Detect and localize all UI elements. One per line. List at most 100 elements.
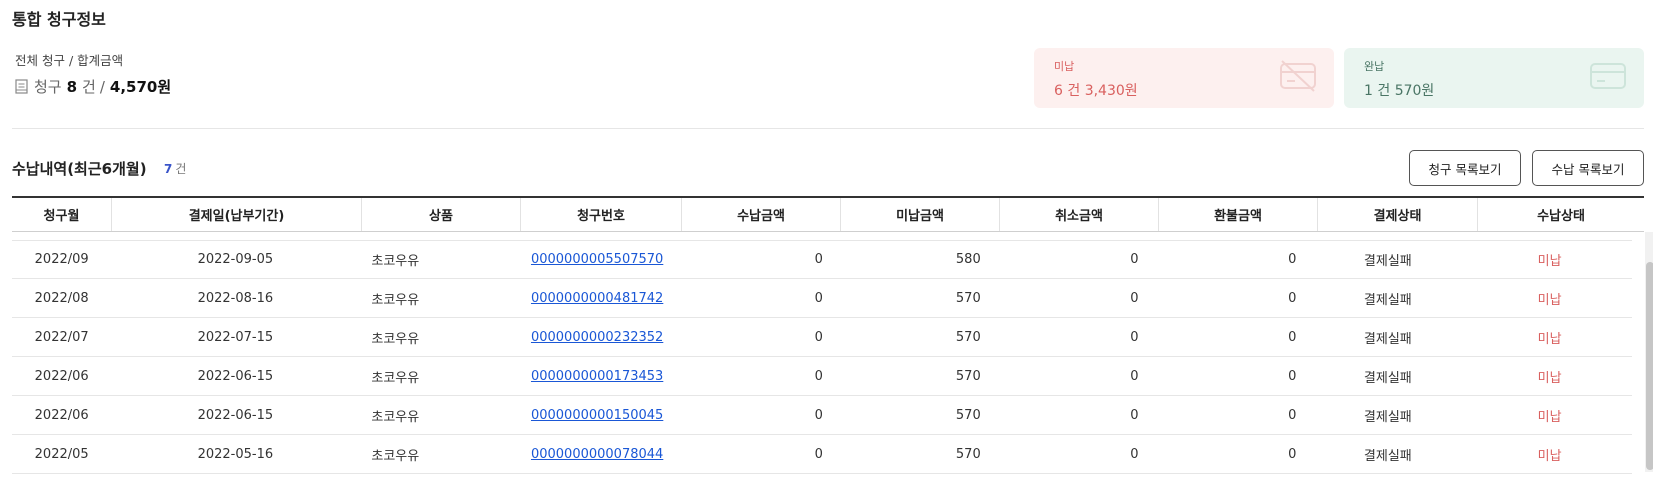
table-row: 2022/05 2022-05-16 초코우유 0000000000078044… bbox=[12, 435, 1632, 474]
table-row: 2022/08 2022-08-16 초코우유 0000000000481742… bbox=[12, 279, 1632, 318]
cell-payment-date: 2022-07-15 bbox=[197, 330, 274, 345]
table-header: 청구월 결제일(납부기간) 상품 청구번호 수납금액 미납금액 취소금액 환불금… bbox=[12, 196, 1644, 232]
col-payment-status[interactable]: 결제상태 bbox=[1318, 198, 1478, 231]
cell-cancel-amount: 0 bbox=[1130, 291, 1139, 306]
page-title: 통합 청구정보 bbox=[12, 10, 106, 29]
cell-bill-month: 2022/06 bbox=[34, 408, 89, 423]
cell-refund-amount: 0 bbox=[1288, 408, 1297, 423]
history-count-unit: 건 bbox=[175, 162, 187, 176]
bill-number-link[interactable]: 0000000000078044 bbox=[531, 447, 663, 462]
table-scrollbar-thumb[interactable] bbox=[1646, 262, 1653, 470]
col-unpaid-amount[interactable]: 미납금액 bbox=[841, 198, 1000, 231]
cell-bill-month: 2022/06 bbox=[34, 369, 89, 384]
cell-bill-number: 0000000005507570 bbox=[517, 241, 677, 278]
cell-receipt-status: 미납 bbox=[1537, 410, 1562, 425]
cell-product: 초코우유 bbox=[371, 371, 420, 386]
cell-cancel-amount: 0 bbox=[1130, 408, 1139, 423]
cell-payment-date: 2022-06-15 bbox=[197, 369, 274, 384]
col-product[interactable]: 상품 bbox=[362, 198, 521, 231]
payment-history-table: 청구월 결제일(납부기간) 상품 청구번호 수납금액 미납금액 취소금액 환불금… bbox=[12, 196, 1653, 476]
col-receipt-status[interactable]: 수납상태 bbox=[1478, 198, 1644, 231]
cell-cancel-amount: 0 bbox=[1130, 447, 1139, 462]
col-bill-month[interactable]: 청구월 bbox=[12, 198, 112, 231]
cell-receipt-status: 미납 bbox=[1537, 449, 1562, 464]
col-payment-date[interactable]: 결제일(납부기간) bbox=[112, 198, 362, 231]
cell-received-amount: 0 bbox=[814, 447, 823, 462]
cell-unpaid-amount: 570 bbox=[955, 369, 981, 384]
cell-product: 초코우유 bbox=[371, 293, 420, 308]
cell-product: 초코우유 bbox=[371, 410, 420, 425]
card-icon bbox=[1590, 63, 1626, 89]
table-row: 2022/06 2022-06-15 초코우유 0000000000150045… bbox=[12, 396, 1632, 435]
cell-receipt-status: 미납 bbox=[1537, 293, 1562, 308]
cell-received-amount: 0 bbox=[814, 252, 823, 267]
col-bill-number[interactable]: 청구번호 bbox=[521, 198, 682, 231]
cell-received-amount: 0 bbox=[814, 369, 823, 384]
cell-bill-number: 0000000000173453 bbox=[517, 358, 677, 395]
receipt-icon bbox=[15, 79, 28, 94]
bill-number-link[interactable]: 0000000005507570 bbox=[531, 252, 663, 267]
cell-payment-date: 2022-05-16 bbox=[197, 447, 274, 462]
history-count-number: 7 bbox=[164, 162, 173, 176]
table-row: 2022/06 2022-06-15 초코우유 0000000000173453… bbox=[12, 357, 1632, 396]
cell-receipt-status: 미납 bbox=[1537, 254, 1562, 269]
cell-payment-status: 결제실패 bbox=[1363, 332, 1412, 347]
cell-product: 초코우유 bbox=[371, 449, 420, 464]
cell-bill-month: 2022/09 bbox=[34, 252, 89, 267]
cell-payment-status: 결제실패 bbox=[1363, 254, 1412, 269]
cell-payment-date: 2022-06-15 bbox=[197, 408, 274, 423]
col-cancel-amount[interactable]: 취소금액 bbox=[1000, 198, 1159, 231]
paid-label: 완납 bbox=[1364, 60, 1385, 73]
col-refund-amount[interactable]: 환불금액 bbox=[1159, 198, 1318, 231]
cell-unpaid-amount: 570 bbox=[955, 447, 981, 462]
bill-number-link[interactable]: 0000000000232352 bbox=[531, 330, 663, 345]
cell-refund-amount: 0 bbox=[1288, 291, 1297, 306]
cell-bill-number: 0000000000150045 bbox=[517, 397, 677, 434]
cell-payment-date: 2022-09-05 bbox=[197, 252, 274, 267]
cell-unpaid-amount: 570 bbox=[955, 291, 981, 306]
billing-page: 통합 청구정보 전체 청구 / 합계금액 청구 8 건 / 4,570원 미납 … bbox=[0, 0, 1653, 494]
cell-bill-number: 0000000000078044 bbox=[517, 436, 677, 473]
cell-cancel-amount: 0 bbox=[1130, 369, 1139, 384]
paid-stat-card[interactable]: 완납 1 건 570원 bbox=[1344, 48, 1644, 108]
unpaid-value: 6 건 3,430원 bbox=[1054, 83, 1138, 99]
cell-bill-month: 2022/07 bbox=[34, 330, 89, 345]
cell-refund-amount: 0 bbox=[1288, 369, 1297, 384]
cell-product: 초코우유 bbox=[371, 332, 420, 347]
summary-line: 청구 8 건 / 4,570원 bbox=[15, 76, 171, 97]
bill-number-link[interactable]: 0000000000481742 bbox=[531, 291, 663, 306]
col-received-amount[interactable]: 수납금액 bbox=[682, 198, 841, 231]
cell-bill-month: 2022/05 bbox=[34, 447, 89, 462]
summary-slash: / bbox=[99, 78, 105, 96]
cell-unpaid-amount: 570 bbox=[955, 408, 981, 423]
unpaid-stat-card[interactable]: 미납 6 건 3,430원 bbox=[1034, 48, 1334, 108]
bill-number-link[interactable]: 0000000000150045 bbox=[531, 408, 663, 423]
cell-payment-status: 결제실패 bbox=[1363, 410, 1412, 425]
table-body: 2022/09 2022-09-05 초코우유 0000000005507570… bbox=[12, 240, 1632, 474]
cell-payment-status: 결제실패 bbox=[1363, 449, 1412, 464]
cell-received-amount: 0 bbox=[814, 408, 823, 423]
cell-cancel-amount: 0 bbox=[1130, 330, 1139, 345]
table-row: 2022/09 2022-09-05 초코우유 0000000005507570… bbox=[12, 240, 1632, 279]
cell-receipt-status: 미납 bbox=[1537, 332, 1562, 347]
section-divider bbox=[12, 128, 1644, 129]
cell-received-amount: 0 bbox=[814, 291, 823, 306]
cell-payment-date: 2022-08-16 bbox=[197, 291, 274, 306]
cell-bill-number: 0000000000232352 bbox=[517, 319, 677, 356]
cell-payment-status: 결제실패 bbox=[1363, 371, 1412, 386]
summary-unit: 건 bbox=[82, 78, 96, 96]
bill-list-button[interactable]: 청구 목록보기 bbox=[1409, 150, 1521, 186]
cell-refund-amount: 0 bbox=[1288, 252, 1297, 267]
cell-bill-number: 0000000000481742 bbox=[517, 280, 677, 317]
payment-list-button[interactable]: 수납 목록보기 bbox=[1532, 150, 1644, 186]
summary-label: 전체 청구 / 합계금액 bbox=[15, 53, 124, 68]
cell-unpaid-amount: 570 bbox=[955, 330, 981, 345]
unpaid-label: 미납 bbox=[1054, 60, 1075, 73]
cell-product: 초코우유 bbox=[371, 254, 420, 269]
history-title: 수납내역(최근6개월) bbox=[12, 160, 147, 178]
cell-refund-amount: 0 bbox=[1288, 330, 1297, 345]
cell-unpaid-amount: 580 bbox=[955, 252, 981, 267]
summary-count: 8 bbox=[66, 78, 78, 96]
bill-number-link[interactable]: 0000000000173453 bbox=[531, 369, 663, 384]
cell-receipt-status: 미납 bbox=[1537, 371, 1562, 386]
